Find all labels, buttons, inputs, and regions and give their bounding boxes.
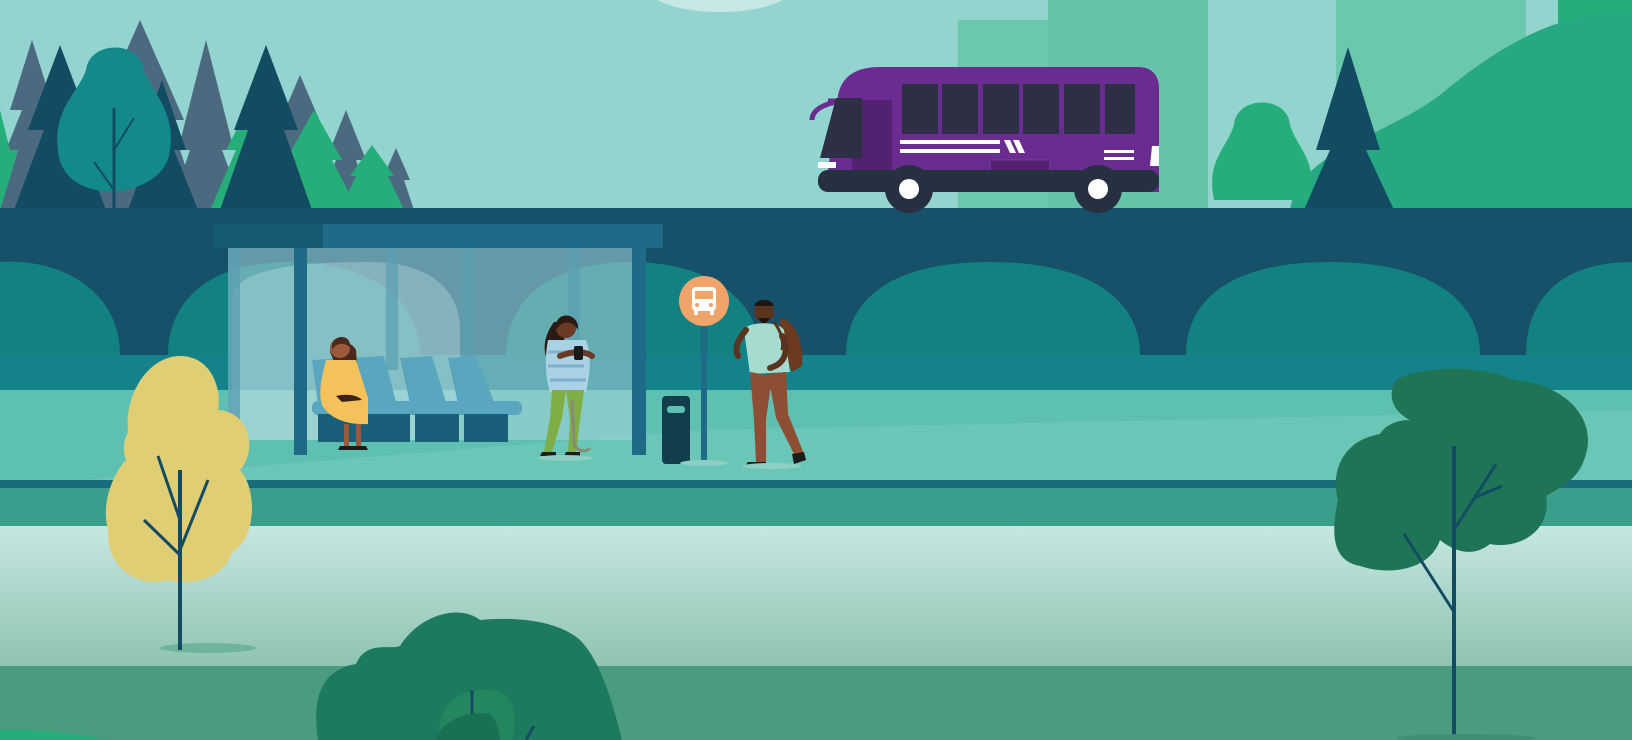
grass	[0, 666, 1632, 740]
bus-shelter	[213, 224, 663, 455]
bus-icon	[692, 287, 716, 315]
trash-bin	[662, 396, 690, 464]
scene-svg	[0, 0, 1632, 740]
purple-bus	[809, 67, 1159, 213]
bus-stop-illustration	[0, 0, 1632, 740]
